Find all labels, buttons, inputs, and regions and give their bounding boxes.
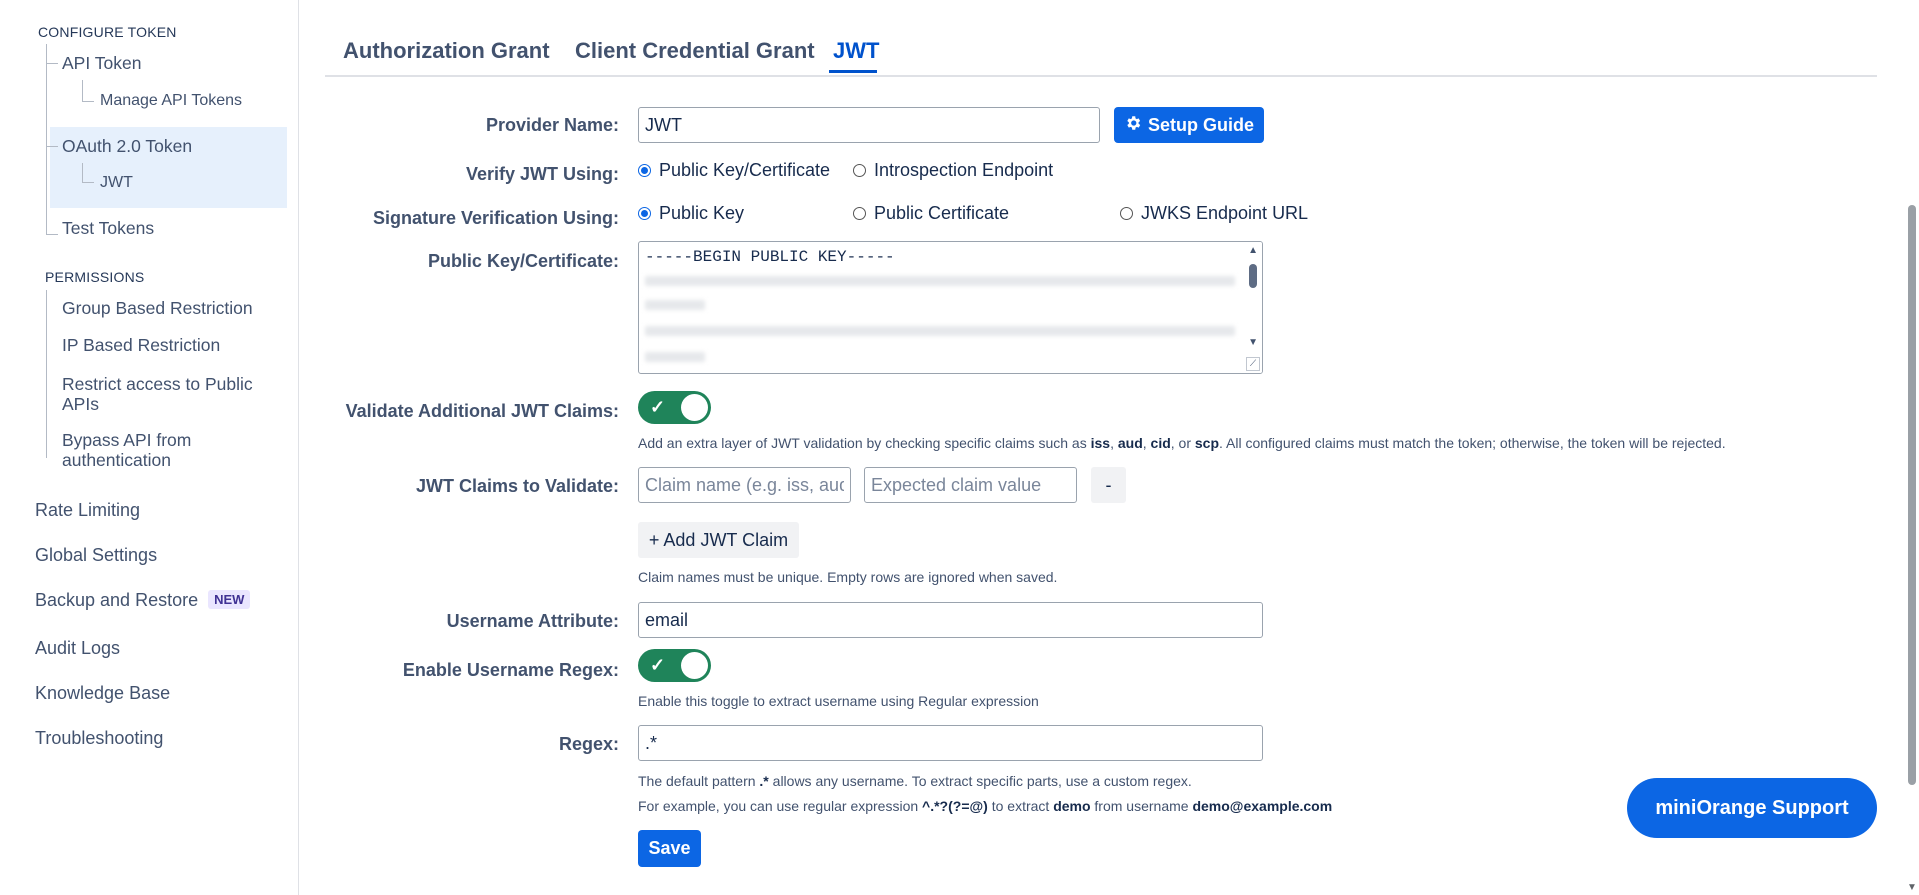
sidebar-item-audit-logs[interactable]: Audit Logs [35,638,120,659]
textarea-scrollbar[interactable]: ▲ ▼ [1244,242,1262,373]
validate-claims-toggle[interactable]: ✓ [638,391,711,424]
tree-branch [46,63,58,64]
regex-label: Regex: [558,734,619,754]
tab-jwt[interactable]: JWT [833,38,879,64]
redacted-key-line [645,300,705,310]
verify-option-introspection-label: Introspection Endpoint [874,160,1054,180]
configure-token-heading: CONFIGURE TOKEN [38,24,177,40]
tree-branch [46,234,58,235]
verify-jwt-label: Verify JWT Using: [465,164,619,184]
check-icon: ✓ [650,397,666,417]
sidebar-item-test-tokens[interactable]: Test Tokens [62,218,154,239]
jwt-claims-label: JWT Claims to Validate: [415,476,619,496]
scroll-up-icon[interactable]: ▲ [1248,245,1258,256]
enable-regex-help: Enable this toggle to extract username u… [638,693,1039,709]
bypass-line1: Bypass API from [62,430,192,450]
sidebar-item-backup-restore[interactable]: Backup and Restore NEW [35,590,251,611]
sig-option-public-key-label: Public Key [659,203,745,223]
sig-option-jwks-label: JWKS Endpoint URL [1141,203,1309,223]
claim-name-input[interactable] [638,467,851,503]
textarea-scroll-thumb[interactable] [1249,264,1257,288]
verify-option-introspection[interactable]: Introspection Endpoint [853,160,1053,181]
validate-claims-help: Add an extra layer of JWT validation by … [638,435,1726,451]
regex-help-default: The default pattern .* allows any userna… [638,773,1192,789]
sidebar-item-troubleshooting[interactable]: Troubleshooting [35,728,163,749]
sidebar-item-bypass-api[interactable]: Bypass API from authentication [62,430,191,470]
save-button[interactable]: Save [638,830,701,867]
claim-value-input[interactable] [864,467,1077,503]
sig-option-public-cert[interactable]: Public Certificate [853,203,1009,224]
tab-client-credential-grant[interactable]: Client Credential Grant [575,38,815,64]
enable-regex-label: Enable Username Regex: [402,660,619,680]
page-scrollbar[interactable]: ▼ [1905,0,1919,895]
add-jwt-claim-button[interactable]: + Add JWT Claim [638,522,799,558]
verify-option-public-key-cert[interactable]: Public Key/Certificate [638,160,830,181]
active-tab-indicator [829,70,877,73]
provider-name-input[interactable] [638,107,1100,143]
sidebar-item-api-token[interactable]: API Token [62,53,141,74]
sidebar-item-oauth-token[interactable]: OAuth 2.0 Token [62,136,192,157]
sidebar-item-knowledge-base[interactable]: Knowledge Base [35,683,170,704]
public-key-first-line: -----BEGIN PUBLIC KEY----- [645,248,895,266]
remove-claim-button[interactable]: - [1091,467,1126,503]
gear-icon [1124,114,1142,137]
tab-authorization-grant[interactable]: Authorization Grant [343,38,550,64]
public-key-textarea[interactable]: -----BEGIN PUBLIC KEY----- ▲ ▼ ⟋ [638,241,1263,374]
radio-selected-icon [638,164,651,177]
tree-branch [82,182,94,183]
toggle-knob [681,652,708,679]
verify-option-public-key-cert-label: Public Key/Certificate [659,160,831,180]
setup-guide-label: Setup Guide [1147,114,1254,135]
radio-unselected-icon [853,207,866,220]
check-icon: ✓ [650,655,666,675]
tree-line [82,163,83,183]
tab-bar: Authorization Grant Client Credential Gr… [325,0,1877,77]
bypass-line2: authentication [62,450,171,470]
claims-help: Claim names must be unique. Empty rows a… [638,569,1058,585]
sidebar-item-group-restriction[interactable]: Group Based Restriction [62,298,253,319]
sidebar-item-global-settings[interactable]: Global Settings [35,545,157,566]
tree-line [46,44,47,234]
sidebar-item-manage-api-tokens[interactable]: Manage API Tokens [100,92,242,110]
resize-grip-icon[interactable]: ⟋ [1246,357,1260,371]
sig-option-public-key[interactable]: Public Key [638,203,744,224]
username-attribute-input[interactable] [638,602,1263,638]
enable-regex-toggle[interactable]: ✓ [638,649,711,682]
signature-verification-label: Signature Verification Using: [372,208,619,228]
tree-line [46,290,47,458]
restrict-public-line2: APIs [62,394,99,414]
sidebar-item-restrict-public-apis[interactable]: Restrict access to Public APIs [62,374,253,414]
restrict-public-line1: Restrict access to Public [62,374,253,394]
permissions-heading: PERMISSIONS [45,269,145,285]
sig-option-jwks[interactable]: JWKS Endpoint URL [1120,203,1308,224]
support-button[interactable]: miniOrange Support [1627,778,1877,838]
page-scroll-thumb[interactable] [1908,205,1916,785]
tree-branch [82,101,94,102]
tree-branch [46,146,58,147]
redacted-key-line [645,276,1235,286]
radio-unselected-icon [853,164,866,177]
backup-restore-label: Backup and Restore [35,590,199,610]
tree-line [82,80,83,102]
new-badge: NEW [208,590,251,609]
scroll-down-icon[interactable]: ▼ [1248,337,1258,348]
validate-claims-label: Validate Additional JWT Claims: [345,401,619,421]
redacted-key-line [645,352,705,362]
sig-option-public-cert-label: Public Certificate [874,203,1010,223]
redacted-key-line [645,326,1235,336]
radio-selected-icon [638,207,651,220]
radio-unselected-icon [1120,207,1133,220]
toggle-knob [681,394,708,421]
regex-help-example: For example, you can use regular express… [638,798,1333,814]
setup-guide-button[interactable]: Setup Guide [1114,107,1264,143]
sidebar-item-ip-restriction[interactable]: IP Based Restriction [62,335,220,356]
provider-name-label: Provider Name: [485,115,619,135]
public-key-label: Public Key/Certificate: [427,251,619,271]
username-attribute-label: Username Attribute: [446,611,619,631]
sidebar-item-rate-limiting[interactable]: Rate Limiting [35,500,140,521]
regex-input[interactable] [638,725,1263,761]
sidebar: CONFIGURE TOKEN API Token Manage API Tok… [0,0,299,895]
sidebar-item-jwt[interactable]: JWT [100,174,133,192]
scroll-down-icon[interactable]: ▼ [1907,882,1917,893]
